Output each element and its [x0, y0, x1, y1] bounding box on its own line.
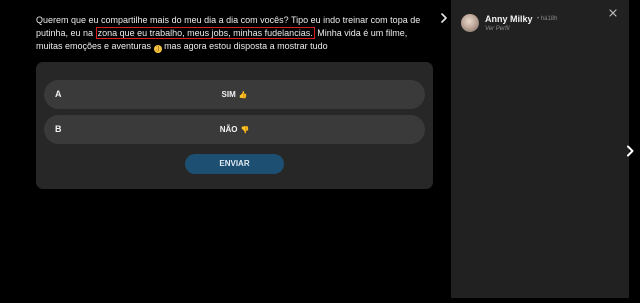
profile-name[interactable]: Anny Milky [485, 14, 533, 24]
poll-option-a[interactable]: A SIM 👍 [44, 80, 425, 109]
chevron-right-icon[interactable] [440, 13, 448, 23]
poll-option-text: NÃO [219, 125, 238, 134]
poll-option-b[interactable]: B NÃO 👎 [44, 115, 425, 144]
wink-emoji-icon: ;) [153, 45, 162, 53]
side-panel [451, 0, 629, 298]
post-timestamp: • há18h [537, 16, 558, 22]
poll-option-label: SIM 👍 [44, 80, 425, 109]
avatar[interactable] [461, 14, 479, 32]
caption-highlight: zona que eu trabalho, meus jobs, minhas … [95, 27, 315, 39]
poll-option-label: NÃO 👎 [44, 115, 425, 144]
poll-card: A SIM 👍 B NÃO 👎 ENVIAR [36, 62, 433, 189]
close-icon[interactable] [609, 9, 617, 17]
submit-vote-button[interactable]: ENVIAR [185, 154, 284, 174]
poll-option-text: SIM [221, 90, 236, 99]
story-caption: Querem que eu compartilhe mais do meu di… [36, 14, 436, 53]
thumbs-up-icon: 👍 [238, 92, 248, 99]
caption-text-end: mas agora estou disposta a mostrar tudo [161, 41, 328, 51]
thumbs-down-icon: 👎 [240, 127, 250, 134]
view-profile-link[interactable]: Ver Perfil [485, 26, 509, 32]
next-story-icon[interactable] [626, 145, 634, 157]
